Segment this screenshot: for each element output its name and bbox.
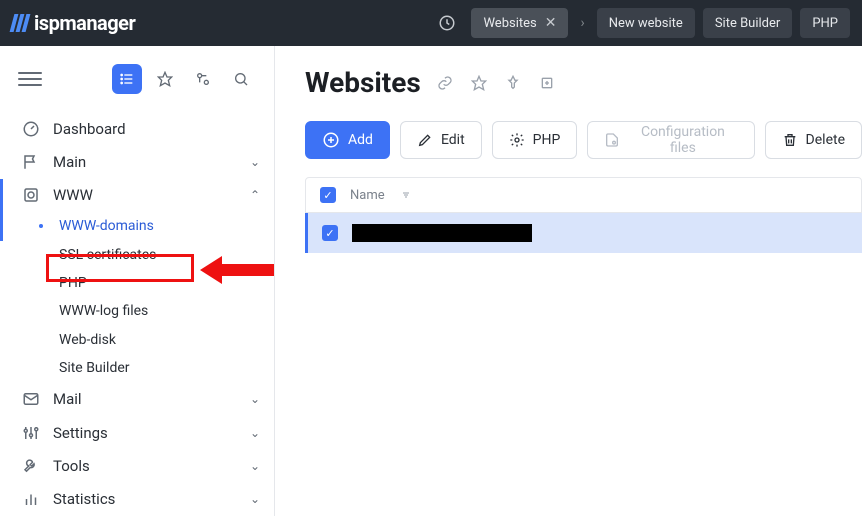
sidebar-item-dashboard[interactable]: Dashboard	[0, 112, 274, 145]
track-icon[interactable]	[188, 64, 218, 94]
breadcrumb-site-builder[interactable]: Site Builder	[703, 8, 792, 38]
top-bar: ispmanager Websites ✕ › New website Site…	[0, 0, 862, 46]
breadcrumb-label: Site Builder	[715, 16, 780, 31]
php-button[interactable]: PHP	[492, 121, 578, 159]
breadcrumb-label: Websites	[483, 16, 536, 31]
domain-name-redacted	[352, 224, 532, 242]
chevron-down-icon: ⌄	[250, 155, 260, 169]
clock-icon[interactable]	[431, 7, 463, 39]
sidebar-item-label: WWW	[53, 186, 238, 204]
breadcrumb-new-website[interactable]: New website	[597, 8, 695, 38]
sidebar-item-label: Mail	[53, 390, 238, 408]
pencil-icon	[417, 132, 433, 148]
chevron-down-icon: ⌄	[250, 492, 260, 506]
table-row[interactable]: ✓	[305, 213, 862, 253]
sidebar-sub-label: WWW-domains	[59, 218, 154, 234]
plus-circle-icon	[322, 131, 340, 149]
chevron-down-icon: ⌄	[250, 392, 260, 406]
star-icon[interactable]	[150, 64, 180, 94]
sidebar-sub-label: PHP	[59, 275, 87, 291]
sidebar-sub-webdisk[interactable]: Web-disk	[0, 326, 274, 354]
sidebar-item-statistics[interactable]: Statistics ⌄	[0, 483, 274, 516]
chevron-up-icon: ⌃	[250, 188, 260, 202]
sidebar: Dashboard Main ⌄ WWW ⌃ WWW-domains SSL c…	[0, 46, 275, 516]
gear-icon	[509, 132, 525, 148]
config-files-button[interactable]: Configuration files	[587, 121, 754, 159]
row-checkbox[interactable]: ✓	[322, 225, 338, 241]
button-label: Delete	[806, 132, 845, 148]
content-area: Websites Add Edit PHP Configuration file…	[275, 46, 862, 516]
table-header: ✓ Name	[305, 177, 862, 213]
sidebar-sub-label: Site Builder	[59, 360, 130, 376]
mail-icon	[21, 389, 41, 409]
file-gear-icon	[604, 132, 620, 148]
trash-icon	[782, 132, 798, 148]
close-icon[interactable]: ✕	[545, 15, 557, 31]
sidebar-sub-ssl[interactable]: SSL certificates	[0, 241, 274, 269]
sidebar-sub-label: WWW-log files	[59, 303, 148, 319]
sidebar-sub-logs[interactable]: WWW-log files	[0, 297, 274, 325]
button-label: PHP	[533, 132, 561, 148]
sidebar-sub-label: SSL certificates	[59, 247, 156, 263]
edit-button[interactable]: Edit	[400, 121, 482, 159]
sidebar-item-settings[interactable]: Settings ⌄	[0, 416, 274, 449]
brand-logo[interactable]: ispmanager	[12, 11, 135, 35]
globe-icon	[21, 185, 41, 205]
sidebar-item-www[interactable]: WWW ⌃	[0, 179, 274, 212]
logo-stripes-icon	[12, 14, 28, 32]
page-title: Websites	[305, 66, 421, 99]
flag-icon	[21, 152, 41, 172]
chevron-down-icon: ⌄	[250, 459, 260, 473]
sidebar-item-label: Tools	[53, 457, 238, 475]
breadcrumb-php[interactable]: PHP	[800, 8, 850, 38]
chevron-down-icon: ⌄	[250, 426, 260, 440]
column-name[interactable]: Name	[350, 188, 385, 203]
add-button[interactable]: Add	[305, 121, 390, 159]
sidebar-item-main[interactable]: Main ⌄	[0, 145, 274, 178]
button-label: Configuration files	[628, 124, 737, 156]
button-label: Add	[348, 132, 373, 148]
sidebar-sub-php[interactable]: PHP	[0, 269, 274, 297]
sidebar-item-label: Main	[53, 153, 238, 171]
breadcrumb-label: PHP	[812, 16, 838, 31]
sliders-icon	[21, 423, 41, 443]
sidebar-item-label: Settings	[53, 424, 238, 442]
button-label: Edit	[441, 132, 465, 148]
new-window-icon[interactable]	[537, 73, 557, 93]
sidebar-item-tools[interactable]: Tools ⌄	[0, 449, 274, 482]
chevron-right-icon: ›	[576, 15, 588, 31]
search-icon[interactable]	[226, 64, 256, 94]
sidebar-sub-sitebuilder[interactable]: Site Builder	[0, 354, 274, 382]
star-icon[interactable]	[469, 73, 489, 93]
sidebar-item-label: Dashboard	[53, 120, 260, 138]
sort-icon[interactable]	[399, 188, 413, 202]
link-icon[interactable]	[435, 73, 455, 93]
sidebar-sub-label: Web-disk	[59, 332, 116, 348]
toolbar: Add Edit PHP Configuration files Delete	[305, 121, 862, 159]
gauge-icon	[21, 119, 41, 139]
wrench-icon	[21, 456, 41, 476]
brand-text: ispmanager	[34, 11, 135, 35]
bars-icon	[21, 489, 41, 509]
sidebar-sub-www-domains[interactable]: WWW-domains	[0, 212, 274, 240]
menu-toggle-icon[interactable]	[18, 67, 42, 91]
delete-button[interactable]: Delete	[765, 121, 862, 159]
pin-icon[interactable]	[503, 73, 523, 93]
breadcrumb-websites[interactable]: Websites ✕	[471, 8, 568, 38]
select-all-checkbox[interactable]: ✓	[320, 187, 336, 203]
sidebar-item-mail[interactable]: Mail ⌄	[0, 382, 274, 415]
list-view-icon[interactable]	[112, 64, 142, 94]
sidebar-item-label: Statistics	[53, 490, 238, 508]
breadcrumb-label: New website	[609, 16, 683, 31]
